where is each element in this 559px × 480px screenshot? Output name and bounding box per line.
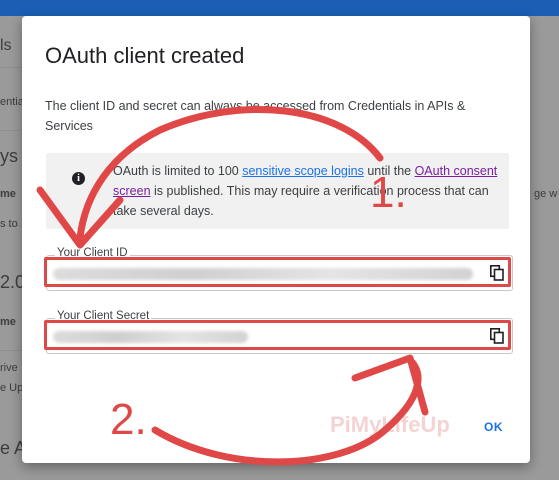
top-app-bar [0,0,559,16]
sensitive-scope-link[interactable]: sensitive scope logins [242,164,364,178]
bg-label: ys [0,146,18,166]
step-1-label: 1. [370,168,407,217]
divider [0,350,22,351]
bg-label: s to [0,218,18,230]
bg-label: me [0,188,16,200]
step-2-label: 2. [110,395,147,444]
divider [0,130,22,131]
bg-label: e Up [0,382,24,394]
info-banner: i OAuth is limited to 100 sensitive scop… [46,153,509,229]
bg-label: ls [0,37,12,54]
bg-label: me [0,316,16,328]
info-text: OAuth is limited to 100 sensitive scope … [113,164,498,218]
divider [0,67,22,68]
watermark-logo: PiMyLifeUp [330,412,450,437]
dialog-description: The client ID and secret can always be a… [45,99,466,133]
client-id-highlight [44,257,511,287]
info-icon: i [72,172,85,185]
dialog-title: OAuth client created [45,43,245,68]
client-secret-highlight [44,320,511,350]
bg-label: rive [0,362,18,374]
ok-button[interactable]: OK [484,420,503,434]
bg-label: ge w [534,188,558,200]
oauth-dialog: OAuth client created The client ID and s… [22,16,530,463]
